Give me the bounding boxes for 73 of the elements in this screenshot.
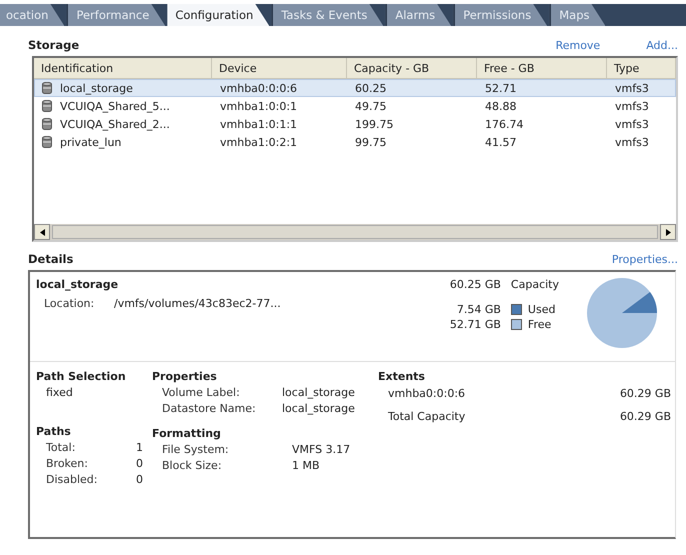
action-link[interactable]: Remove [556, 38, 600, 52]
legend-label: Free [528, 318, 552, 331]
table-cell: vmfs3 [615, 136, 649, 148]
table-cell: 49.75 [355, 100, 386, 112]
table-cell: VCUIQA_Shared_2... [60, 118, 170, 130]
table-cell: vmhba1:0:1:1 [220, 118, 298, 130]
group-title: Path Selection [36, 370, 127, 383]
table-cell: 60.25 [355, 82, 386, 94]
field-label: Block Size: [162, 459, 223, 472]
horizontal-scrollbar[interactable] [34, 224, 676, 240]
table-row[interactable]: local_storage vmhba0:0:0:6 60.25 52.71 vmfs3 [34, 79, 676, 97]
table-cell: 99.75 [355, 136, 386, 148]
database-icon [42, 100, 52, 112]
group-title: Extents [378, 370, 426, 383]
field-label: File System: [162, 443, 230, 456]
table-cell: 41.57 [485, 136, 516, 148]
capacity-value: 60.25 GB [450, 278, 501, 291]
table-cell: 52.71 [485, 82, 516, 94]
field-value: local_storage [282, 402, 355, 415]
table-cell: vmhba0:0:0:6 [220, 82, 298, 94]
table-cell: VCUIQA_Shared_5... [60, 100, 170, 112]
left-arrow-icon [40, 228, 44, 236]
table-cell: local_storage [60, 82, 133, 94]
section-title: Storage [28, 38, 80, 52]
field-label: Disabled: [46, 473, 98, 486]
field-value: 1 [136, 441, 143, 454]
pie-chart-drawing [587, 278, 657, 348]
field-value: 1 MB [292, 459, 320, 472]
field-label: Broken: [46, 457, 89, 470]
field-value: local_storage [282, 386, 355, 399]
table-cell: vmhba1:0:2:1 [220, 136, 298, 148]
field-value: 0 [136, 473, 143, 486]
right-arrow-icon [666, 228, 670, 236]
field-label: Location: [44, 297, 96, 310]
table-cell: 48.88 [485, 100, 516, 112]
group-title: Properties [152, 370, 218, 383]
field-value: fixed [46, 386, 73, 399]
column-header[interactable]: Free - GB [477, 58, 607, 78]
table-cell: vmfs3 [615, 82, 649, 94]
database-icon [42, 82, 52, 94]
column-header[interactable]: Capacity - GB [347, 58, 477, 78]
free-value: 52.71 GB [450, 318, 501, 331]
table-cell: vmfs3 [615, 100, 649, 112]
legend-label: Used [528, 303, 556, 316]
field-value: 60.29 GB [620, 410, 671, 423]
group-title: Paths [36, 425, 72, 438]
properties-link[interactable]: Properties... [612, 252, 678, 266]
table-cell: vmfs3 [615, 118, 649, 130]
field-label: Total Capacity [388, 410, 466, 423]
database-icon [42, 118, 52, 130]
tab[interactable]: Configuration [167, 4, 270, 26]
section-title: Details [28, 252, 74, 266]
field-value: VMFS 3.17 [292, 443, 350, 456]
column-header[interactable]: Device [212, 58, 347, 78]
capacity-label: Capacity [510, 278, 559, 291]
field-label: Volume Label: [162, 386, 241, 399]
used-value: 7.54 GB [456, 303, 501, 316]
group-title: Formatting [152, 427, 222, 440]
field-label: Total: [46, 441, 76, 454]
column-header[interactable]: Type [607, 58, 676, 78]
field-value: 0 [136, 457, 143, 470]
location-path: /vmfs/volumes/43c83ec2-77... [114, 297, 281, 310]
table-cell: private_lun [60, 136, 122, 148]
field-value: 60.29 GB [620, 387, 671, 400]
table-cell: vmhba1:0:0:1 [220, 100, 298, 112]
field-label: Datastore Name: [162, 402, 257, 415]
table-cell: 176.74 [485, 118, 524, 130]
database-icon [42, 136, 52, 148]
field-label: vmhba0:0:0:6 [388, 387, 466, 400]
column-header[interactable]: Identification [34, 58, 212, 78]
table-cell: 199.75 [355, 118, 394, 130]
datastore-name: local_storage [36, 278, 120, 291]
action-link[interactable]: Add... [646, 38, 678, 52]
